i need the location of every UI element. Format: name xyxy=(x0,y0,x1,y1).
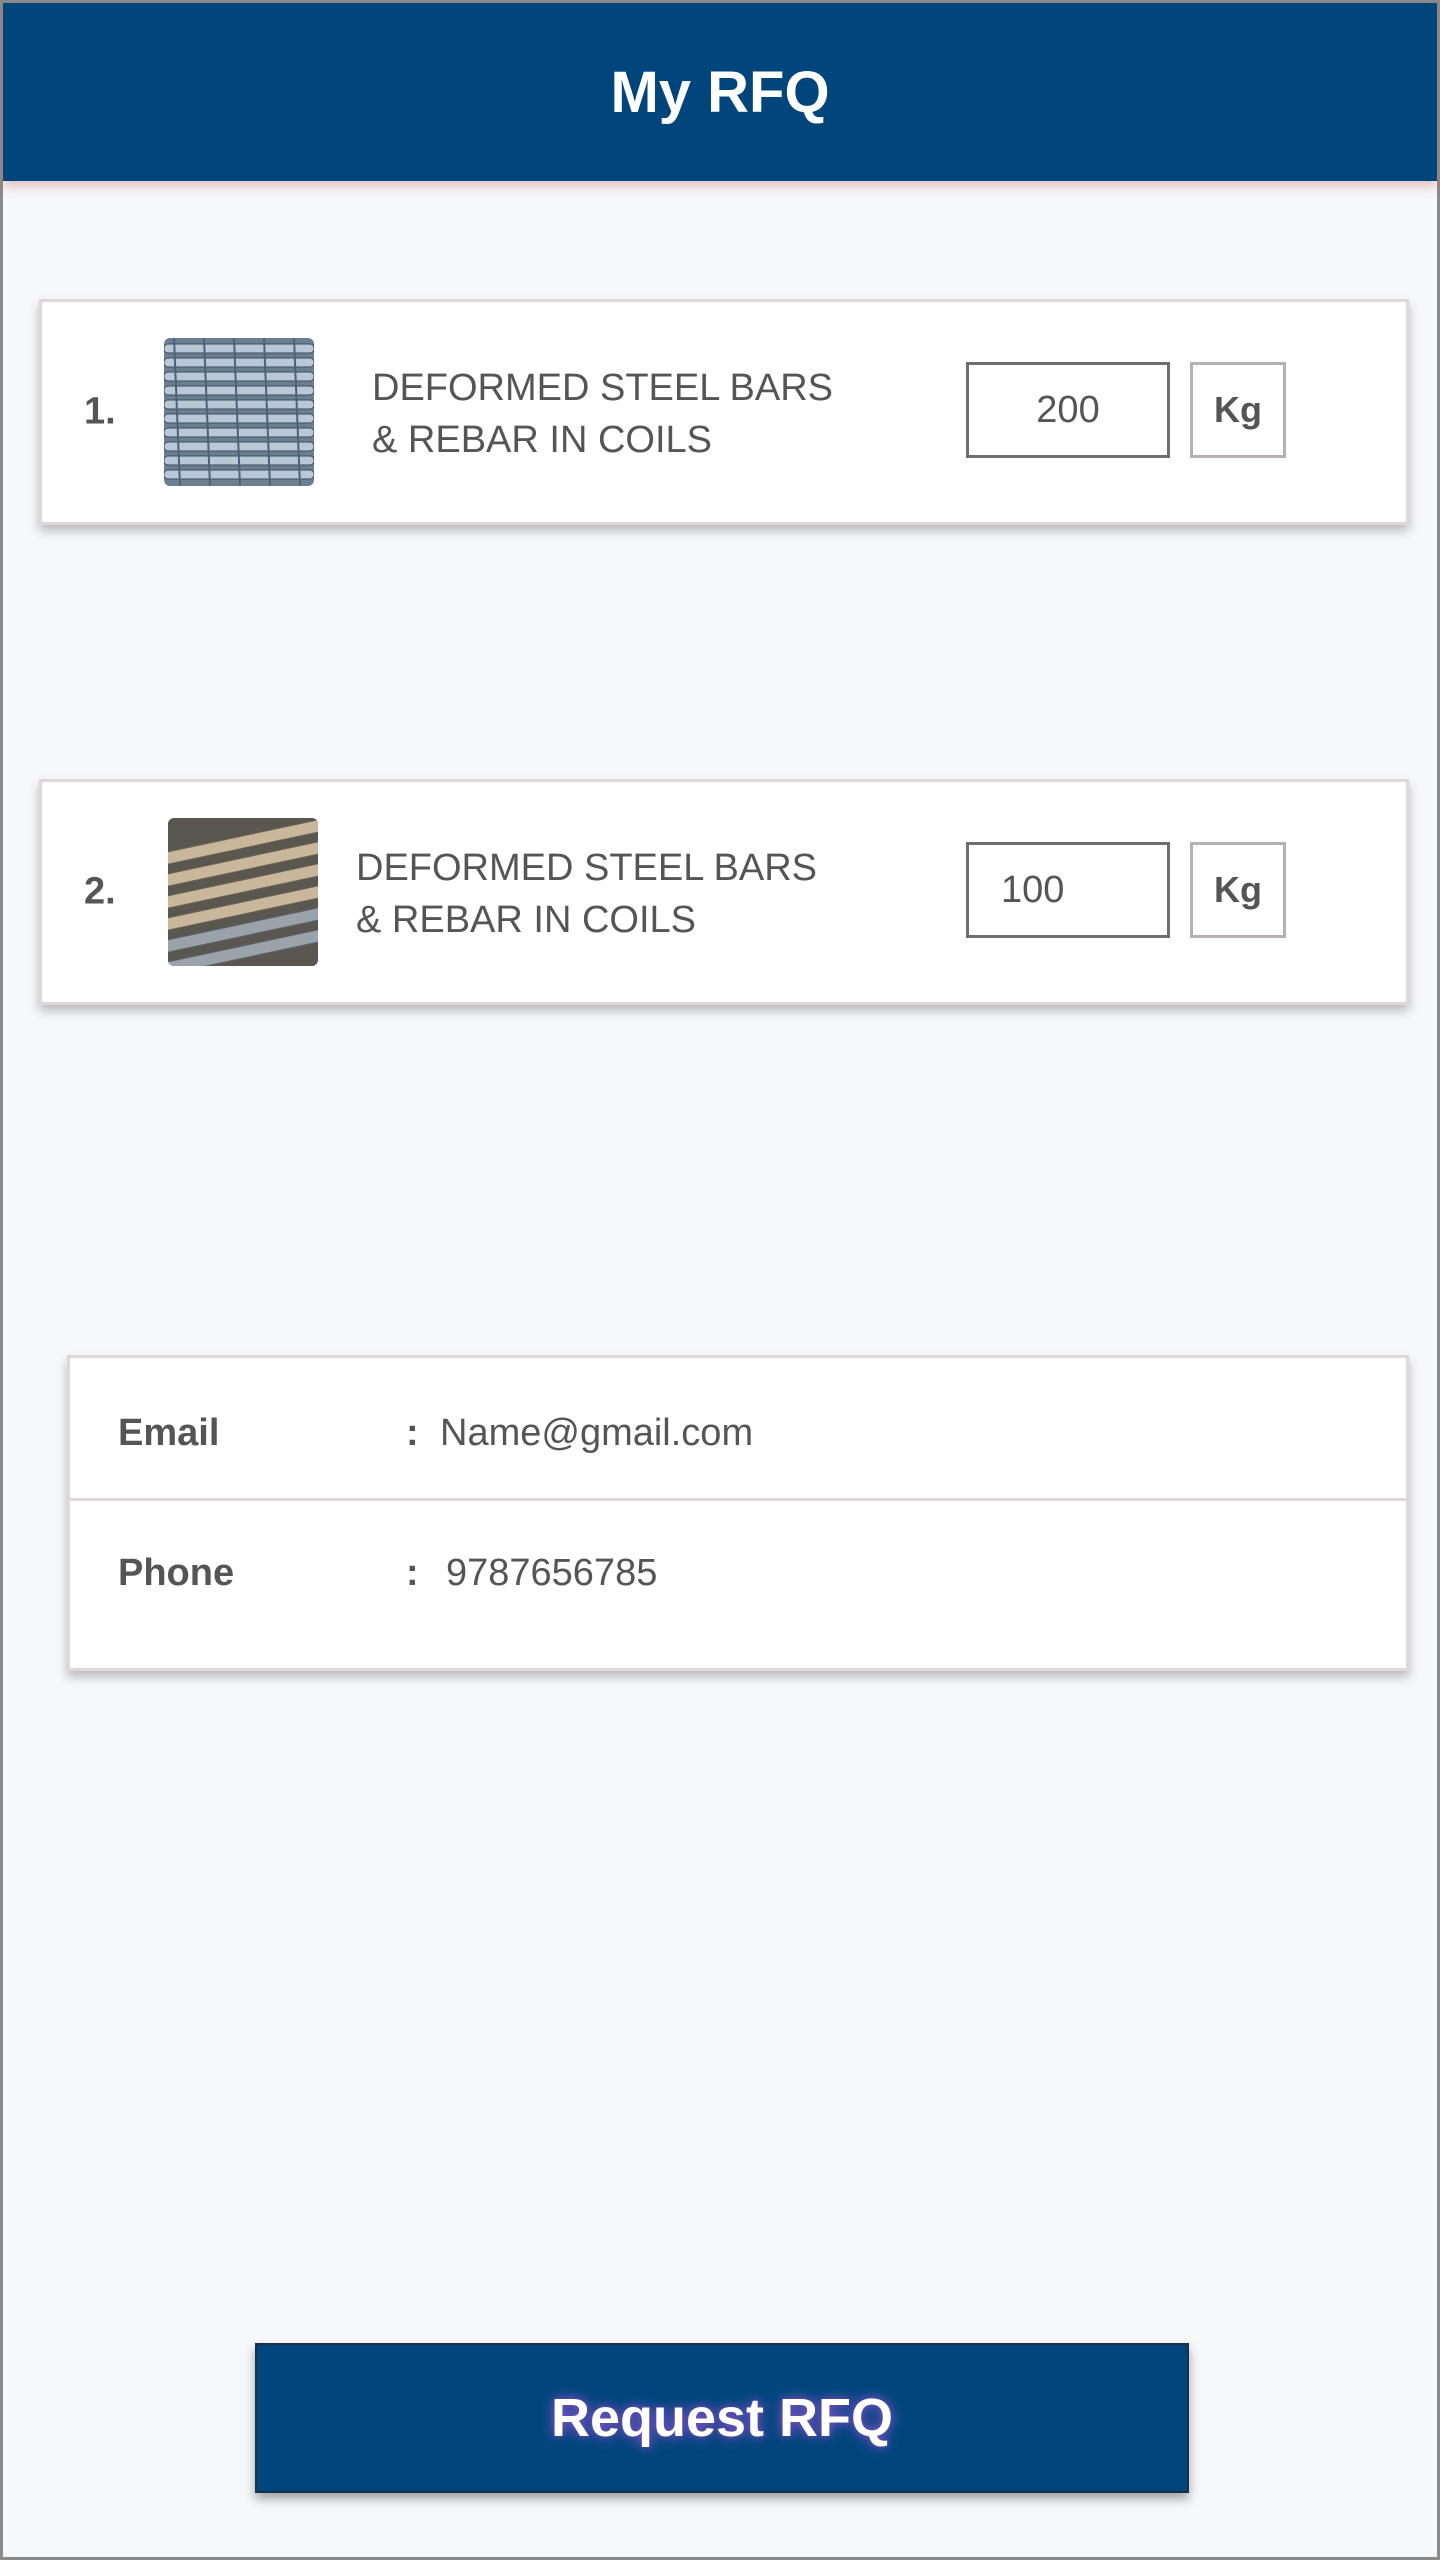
rfq-item-card: 1. DEFORMED STEEL BARS & REBAR IN COILS … xyxy=(39,299,1409,525)
item-index: 1. xyxy=(84,390,116,433)
email-field[interactable]: Name@gmail.com xyxy=(440,1412,753,1455)
rfq-item-card: 2. DEFORMED STEEL BARS & REBAR IN COILS … xyxy=(39,779,1409,1005)
quantity-value: 100 xyxy=(1001,868,1065,911)
quantity-input[interactable]: 100 xyxy=(966,842,1170,938)
request-rfq-button[interactable]: Request RFQ xyxy=(255,2343,1189,2493)
quantity-input[interactable]: 200 xyxy=(966,362,1170,458)
product-name-line1: DEFORMED STEEL BARS xyxy=(372,367,834,409)
contact-details-card: Email : Name@gmail.com Phone : 978765678… xyxy=(67,1355,1409,1671)
phone-field[interactable]: 9787656785 xyxy=(446,1552,657,1595)
product-image xyxy=(164,338,314,486)
phone-label: Phone xyxy=(118,1552,235,1594)
product-name-line1: DEFORMED STEEL BARS xyxy=(356,847,818,889)
email-separator: : xyxy=(406,1412,419,1454)
product-name: DEFORMED STEEL BARS & REBAR IN COILS xyxy=(356,842,876,946)
item-index: 2. xyxy=(84,870,116,913)
unit-label: Kg xyxy=(1190,842,1286,938)
contact-divider xyxy=(70,1498,1406,1501)
app-header: My RFQ xyxy=(3,3,1437,181)
product-name-line2: & REBAR IN COILS xyxy=(372,419,712,461)
unit-text: Kg xyxy=(1214,389,1262,430)
quantity-value: 200 xyxy=(1036,388,1100,431)
page-title: My RFQ xyxy=(610,59,830,125)
product-name-line2: & REBAR IN COILS xyxy=(356,899,696,941)
product-image xyxy=(168,818,318,966)
unit-text: Kg xyxy=(1214,869,1262,910)
request-rfq-label: Request RFQ xyxy=(550,2388,894,2448)
email-label: Email xyxy=(118,1412,220,1454)
product-name: DEFORMED STEEL BARS & REBAR IN COILS xyxy=(372,362,892,466)
phone-separator: : xyxy=(406,1552,419,1594)
unit-label: Kg xyxy=(1190,362,1286,458)
